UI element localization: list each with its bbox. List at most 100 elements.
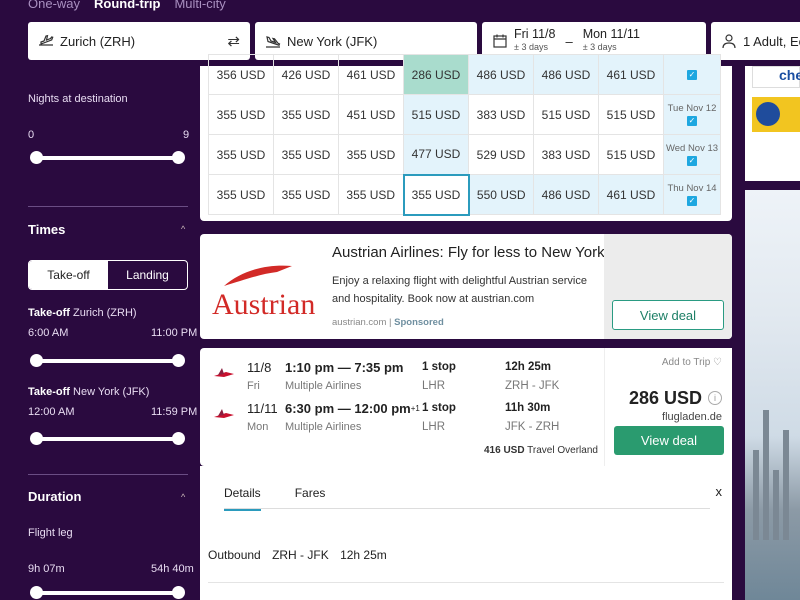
leg-stops: 1 stop LHR <box>422 361 456 392</box>
landing-toggle[interactable]: Landing <box>108 261 187 289</box>
tab-multi-city[interactable]: Multi-city <box>174 0 225 11</box>
jfk-min-time: 12:00 AM <box>28 406 75 418</box>
outbound-leg: 11/8 Fri 1:10 pm — 7:35 pm Multiple Airlin… <box>200 356 604 396</box>
return-date-header: Wed Nov 13 ✓ <box>663 134 721 175</box>
table-row: 355 USD 355 USD 355 USD 355 USD 550 USD … <box>208 173 721 216</box>
chevron-up-icon[interactable]: ^ <box>181 492 185 502</box>
flight-details-panel: Details Fares x Outbound ZRH - JFK 12h 2… <box>200 466 732 600</box>
price-cell[interactable]: 515 USD <box>598 94 664 135</box>
price-cell[interactable]: 355 USD <box>338 134 404 175</box>
divider <box>28 474 188 475</box>
duration-max: 54h 40m <box>151 563 194 575</box>
divider <box>224 508 710 509</box>
price-cell[interactable]: 477 USD <box>403 134 469 175</box>
side-ad-banner[interactable]: che <box>752 66 800 88</box>
return-date-header: Tue Nov 12 ✓ <box>663 94 721 135</box>
checkbox-icon[interactable]: ✓ <box>687 155 697 166</box>
ad-view-deal-button[interactable]: View deal <box>612 300 724 330</box>
price-cell[interactable]: 355 USD <box>273 174 339 215</box>
slider-handle-max[interactable] <box>172 586 185 599</box>
chevron-up-icon[interactable]: ^ <box>181 224 185 234</box>
close-icon[interactable]: x <box>716 484 723 499</box>
price-cell[interactable]: 486 USD <box>533 54 599 95</box>
ad-action-panel: View deal <box>604 234 732 339</box>
price-cell-selected[interactable]: 355 USD <box>402 173 470 216</box>
airline-logo-icon <box>214 409 234 418</box>
side-ad-city-image[interactable] <box>745 190 800 600</box>
duration-slider[interactable] <box>30 586 185 599</box>
price-cell[interactable]: 383 USD <box>533 134 599 175</box>
view-deal-button[interactable]: View deal <box>614 426 724 455</box>
zrh-max-time: 11:00 PM <box>151 327 198 339</box>
airline-logo-icon <box>214 368 234 377</box>
slider-handle-min[interactable] <box>30 586 43 599</box>
alternate-price[interactable]: 416 USD Travel Overland <box>484 445 598 456</box>
ad-url: austrian.com | Sponsored <box>332 317 444 328</box>
depart-date[interactable]: Fri 11/8 ± 3 days <box>514 28 555 54</box>
info-icon[interactable]: i <box>708 391 722 405</box>
takeoff-jfk-label: Take-off New York (JFK) <box>28 386 150 398</box>
slider-handle-max[interactable] <box>172 432 185 445</box>
price-cell[interactable]: 355 USD <box>208 174 274 215</box>
price-matrix-table: 356 USD 426 USD 461 USD 286 USD 486 USD … <box>208 54 721 216</box>
jfk-time-slider[interactable] <box>30 432 185 445</box>
times-title[interactable]: Times <box>28 222 65 237</box>
price-cell[interactable]: 355 USD <box>208 94 274 135</box>
filters-sidebar: Nights at destination 0 9 Times ^ Take-o… <box>0 66 200 600</box>
price-cell[interactable]: 451 USD <box>338 94 404 135</box>
takeoff-toggle[interactable]: Take-off <box>29 261 108 289</box>
tab-one-way[interactable]: One-way <box>28 0 80 11</box>
checkbox-icon[interactable]: ✓ <box>687 195 697 206</box>
swap-icon[interactable]: ⇄ <box>227 32 240 50</box>
nights-min: 0 <box>28 129 35 141</box>
price-cell[interactable]: 515 USD <box>598 134 664 175</box>
slider-handle-max[interactable] <box>172 151 185 164</box>
price-cell[interactable]: 529 USD <box>468 134 534 175</box>
slider-handle-min[interactable] <box>30 151 43 164</box>
duration-title[interactable]: Duration <box>28 489 81 504</box>
return-date[interactable]: Mon 11/11 ± 3 days <box>583 28 640 54</box>
slider-handle-min[interactable] <box>30 432 43 445</box>
price-cell[interactable]: 515 USD <box>533 94 599 135</box>
sponsored-ad[interactable]: Austrian Austrian Airlines: Fly for less… <box>200 234 732 339</box>
flight-result-card[interactable]: 11/8 Fri 1:10 pm — 7:35 pm Multiple Airlin… <box>200 348 732 466</box>
price-cell[interactable]: 486 USD <box>468 54 534 95</box>
price-cell[interactable]: 355 USD <box>338 174 404 215</box>
price-cell[interactable]: 461 USD <box>598 54 664 95</box>
price-cell[interactable]: 461 USD <box>338 54 404 95</box>
slider-handle-max[interactable] <box>172 354 185 367</box>
return-date-header: ✓ <box>663 54 721 95</box>
price-cell[interactable]: 383 USD <box>468 94 534 135</box>
checkbox-icon[interactable]: ✓ <box>687 115 697 126</box>
ad-title[interactable]: Austrian Airlines: Fly for less to New Y… <box>332 244 605 261</box>
slider-handle-min[interactable] <box>30 354 43 367</box>
side-ad-banner-yellow[interactable] <box>752 97 800 132</box>
price-cell[interactable]: 355 USD <box>273 94 339 135</box>
price-matrix: 356 USD 426 USD 461 USD 286 USD 486 USD … <box>200 54 732 221</box>
add-to-trip[interactable]: Add to Trip ♡ <box>662 357 722 368</box>
table-row: 355 USD 355 USD 451 USD 515 USD 383 USD … <box>208 94 721 135</box>
price-cell[interactable]: 355 USD <box>273 134 339 175</box>
price-panel: Add to Trip ♡ 286 USD i flugladen.de Vie… <box>604 348 732 466</box>
passengers-field[interactable]: 1 Adult, Eco <box>711 22 800 60</box>
heart-icon[interactable]: ♡ <box>713 357 722 368</box>
price-cell[interactable]: 550 USD <box>468 174 534 215</box>
price-cell[interactable]: 515 USD <box>403 94 469 135</box>
price-cell[interactable]: 356 USD <box>208 54 274 95</box>
table-row: 355 USD 355 USD 355 USD 477 USD 529 USD … <box>208 134 721 175</box>
austrian-logo: Austrian <box>212 262 315 321</box>
nights-slider[interactable] <box>30 151 185 164</box>
divider <box>208 582 724 583</box>
landing-icon <box>266 36 281 48</box>
leg-duration: 11h 30m JFK - ZRH <box>505 402 560 433</box>
price-cell[interactable]: 461 USD <box>598 174 664 215</box>
price-cell-cheapest[interactable]: 286 USD <box>403 54 469 95</box>
price-cell[interactable]: 355 USD <box>208 134 274 175</box>
airline-logo-icon <box>756 102 780 126</box>
checkbox-icon[interactable]: ✓ <box>687 69 697 80</box>
takeoff-icon <box>39 34 54 46</box>
price-cell[interactable]: 486 USD <box>533 174 599 215</box>
price-cell[interactable]: 426 USD <box>273 54 339 95</box>
tab-round-trip[interactable]: Round-trip <box>94 0 160 11</box>
zrh-time-slider[interactable] <box>30 354 185 367</box>
